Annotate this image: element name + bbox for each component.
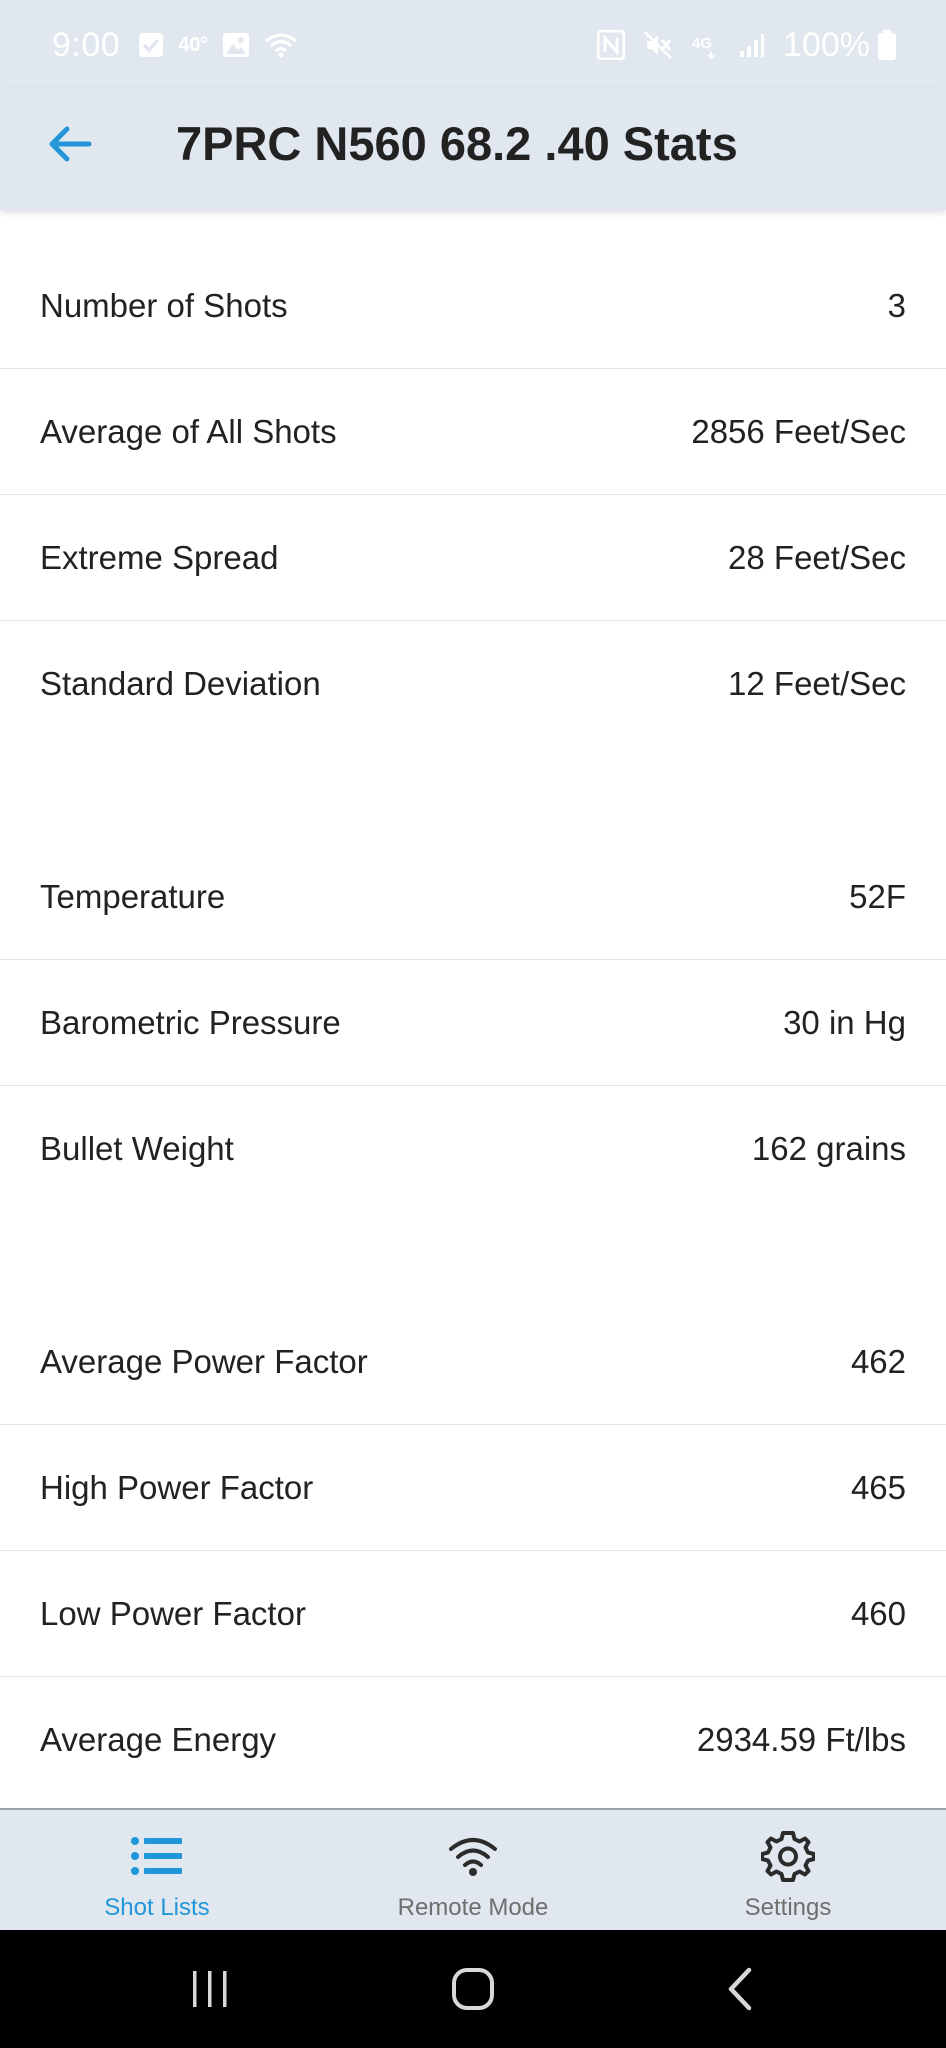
bottom-nav: Shot Lists Remote Mode Settings [0, 1808, 946, 1930]
stat-label: Average Energy [40, 1721, 277, 1758]
stats-list: Number of Shots 3 Average of All Shots 2… [0, 243, 946, 1803]
image-icon [222, 32, 250, 58]
nfc-icon [597, 30, 626, 60]
nav-label: Shot Lists [104, 1894, 210, 1921]
stat-row-temperature: Temperature 52F [0, 834, 946, 960]
status-right: 4G 100% [597, 20, 896, 70]
stat-row-standard-deviation: Standard Deviation 12 Feet/Sec [0, 621, 946, 747]
mute-icon [643, 30, 673, 60]
stat-label: Number of Shots [40, 286, 288, 324]
battery-icon [878, 30, 896, 60]
wifi-icon [264, 32, 298, 58]
stat-label: Temperature [40, 877, 226, 915]
status-bar: 9:00 40° 4G 100% [0, 0, 946, 88]
system-back-button[interactable] [700, 1954, 780, 2024]
home-icon [452, 1968, 494, 2010]
stat-row-low-power-factor: Low Power Factor 460 [0, 1551, 946, 1677]
signal-icon [739, 32, 765, 58]
battery-percent: 100% [783, 25, 870, 64]
stat-label: Standard Deviation [40, 665, 321, 702]
check-box-icon [138, 32, 164, 58]
nav-item-settings[interactable]: Settings [678, 1810, 898, 1930]
stat-label: Average of All Shots [40, 412, 337, 450]
app-header: 7PRC N560 68.2 .40 Stats [0, 88, 946, 210]
stat-row-extreme-spread: Extreme Spread 28 Feet/Sec [0, 495, 946, 621]
stat-label: Average Power Factor [40, 1342, 368, 1380]
stat-label: Extreme Spread [40, 538, 279, 576]
stat-row-bullet-weight: Bullet Weight 162 grains [0, 1086, 946, 1212]
stat-value: 12 Feet/Sec [728, 665, 906, 702]
stat-label: High Power Factor [40, 1468, 314, 1506]
stat-value: 2856 Feet/Sec [691, 412, 906, 450]
page-title: 7PRC N560 68.2 .40 Stats [176, 117, 738, 170]
stat-value: 462 [850, 1342, 906, 1380]
stat-value: 460 [850, 1594, 906, 1632]
stat-row-average-power-factor: Average Power Factor 462 [0, 1299, 946, 1425]
stat-value: 465 [850, 1468, 906, 1506]
stat-row-high-power-factor: High Power Factor 465 [0, 1425, 946, 1551]
nav-label: Remote Mode [397, 1894, 549, 1921]
status-time: 9:00 [52, 25, 121, 64]
back-icon [728, 1967, 752, 2011]
gear-icon [761, 1828, 815, 1884]
status-temperature: 40° [178, 33, 209, 56]
stat-value: 2934.59 Ft/lbs [696, 1721, 906, 1758]
recent-apps-button[interactable] [170, 1954, 250, 2024]
back-button[interactable] [40, 114, 100, 174]
arrow-left-icon [49, 126, 92, 162]
stat-row-barometric-pressure: Barometric Pressure 30 in Hg [0, 960, 946, 1086]
nav-item-remote-mode[interactable]: Remote Mode [363, 1810, 583, 1930]
wifi-icon [448, 1828, 498, 1884]
stat-row-average-energy: Average Energy 2934.59 Ft/lbs [0, 1677, 946, 1803]
stat-value: 52F [849, 877, 906, 915]
stat-row-number-of-shots: Number of Shots 3 [0, 243, 946, 369]
stat-label: Low Power Factor [40, 1594, 306, 1632]
status-left: 9:00 40° [52, 20, 312, 70]
stat-value: 162 grains [751, 1130, 906, 1167]
stat-value: 30 in Hg [783, 1003, 906, 1041]
home-button[interactable] [433, 1954, 513, 2024]
stat-value: 3 [887, 286, 906, 324]
nav-label: Settings [744, 1894, 832, 1921]
system-nav-bar [0, 1930, 946, 2048]
svg-text:4G: 4G [692, 35, 712, 52]
list-icon [131, 1828, 183, 1884]
stat-value: 28 Feet/Sec [728, 538, 906, 576]
recent-apps-icon [193, 1971, 227, 2007]
4g-icon: 4G [691, 30, 721, 60]
stat-row-average-of-all-shots: Average of All Shots 2856 Feet/Sec [0, 369, 946, 495]
stat-label: Barometric Pressure [40, 1003, 341, 1041]
stat-label: Bullet Weight [40, 1130, 234, 1167]
nav-item-shot-lists[interactable]: Shot Lists [47, 1810, 267, 1930]
